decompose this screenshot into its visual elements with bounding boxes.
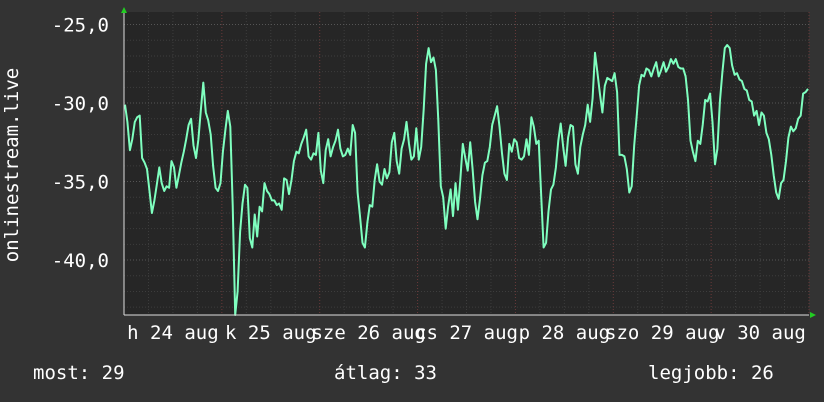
x-tick-label: sze 26 aug <box>311 322 425 344</box>
y-tick-label: -30,0 <box>52 93 109 115</box>
x-tick-label: p 28 aug <box>519 322 611 344</box>
x-tick-label: h 24 aug <box>127 322 219 344</box>
line-chart: -25,0 -30,0 -35,0 -40,0 h 24 aug k 25 augsze… <box>1 7 816 344</box>
y-axis-arrow-icon <box>121 7 127 13</box>
stat-now: most: 29 <box>33 362 125 384</box>
y-tick-label: -35,0 <box>52 172 109 194</box>
x-tick-label: v 30 aug <box>714 322 806 344</box>
x-tick-label: szo 29 aug <box>605 322 719 344</box>
x-axis-ticks: h 24 aug k 25 augsze 26 augcs 27 aug p 28 … <box>127 322 806 344</box>
stats-bar: most: 29 átlag: 33 legjobb: 26 <box>0 362 824 390</box>
y-axis-label: onlinestream.live <box>1 68 23 262</box>
y-tick-label: -40,0 <box>52 250 109 272</box>
stat-average: átlag: 33 <box>334 362 437 384</box>
y-tick-label: -25,0 <box>52 15 109 37</box>
x-tick-label: cs 27 aug <box>415 322 518 344</box>
x-axis-arrow-icon <box>810 312 816 318</box>
x-tick-label: k 25 aug <box>225 322 317 344</box>
stat-best: legjobb: 26 <box>648 362 774 384</box>
